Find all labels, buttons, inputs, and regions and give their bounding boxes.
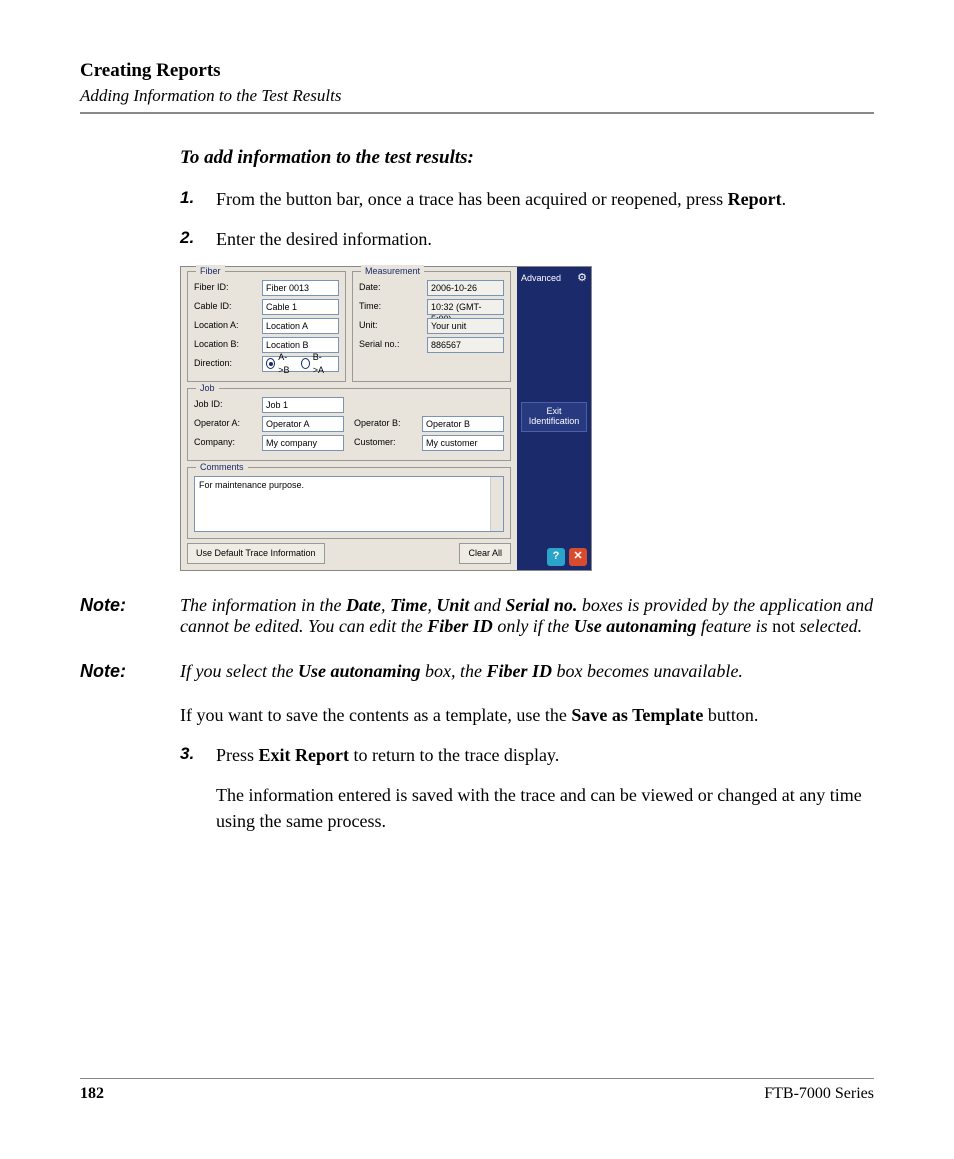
step-1-number: 1.: [180, 186, 194, 211]
unit-label: Unit:: [359, 319, 427, 332]
saved-paragraph: The information entered is saved with th…: [216, 782, 864, 834]
unit-value: Your unit: [427, 318, 504, 334]
job-id-label: Job ID:: [194, 398, 262, 411]
date-label: Date:: [359, 281, 427, 294]
fiber-group: Fiber Fiber ID:Fiber 0013 Cable ID:Cable…: [187, 271, 346, 382]
location-a-label: Location A:: [194, 319, 262, 332]
screenshot: Fiber Fiber ID:Fiber 0013 Cable ID:Cable…: [180, 266, 592, 571]
step-2-text: Enter the desired information.: [216, 229, 432, 249]
operator-a-label: Operator A:: [194, 417, 262, 430]
job-legend: Job: [196, 382, 219, 395]
step-3-number: 3.: [180, 742, 194, 767]
job-id-input[interactable]: Job 1: [262, 397, 344, 413]
comments-text: For maintenance purpose.: [199, 480, 304, 490]
header-section: Creating Reports: [80, 60, 874, 82]
step-3-text-b: Exit Report: [259, 745, 349, 765]
comments-legend: Comments: [196, 461, 248, 474]
time-value: 10:32 (GMT-5:00): [427, 299, 504, 315]
step-1-text-c: .: [782, 189, 787, 209]
operator-b-input[interactable]: Operator B: [422, 416, 504, 432]
serial-value: 886567: [427, 337, 504, 353]
location-a-input[interactable]: Location A: [262, 318, 339, 334]
comments-scrollbar[interactable]: [490, 477, 503, 531]
company-label: Company:: [194, 436, 262, 449]
step-3-text-c: to return to the trace display.: [349, 745, 559, 765]
date-value: 2006-10-26: [427, 280, 504, 296]
measurement-legend: Measurement: [361, 265, 424, 278]
direction-ba-radio[interactable]: B->A: [301, 351, 330, 377]
company-input[interactable]: My company: [262, 435, 344, 451]
customer-label: Customer:: [354, 436, 422, 449]
footer-rule: [80, 1078, 874, 1079]
note-2-label: Note:: [80, 661, 180, 682]
note-1-body: The information in the Date, Time, Unit …: [180, 595, 874, 637]
note-1-label: Note:: [80, 595, 180, 637]
exit-identification-button[interactable]: Exit Identification: [521, 402, 587, 432]
use-default-button[interactable]: Use Default Trace Information: [187, 543, 325, 564]
fiber-id-input[interactable]: Fiber 0013: [262, 280, 339, 296]
clear-all-button[interactable]: Clear All: [459, 543, 511, 564]
job-group: Job Job ID:Job 1 Operator A:Operator A C…: [187, 388, 511, 461]
direction-label: Direction:: [194, 357, 262, 370]
template-paragraph: If you want to save the contents as a te…: [180, 702, 864, 728]
step-1-text-a: From the button bar, once a trace has be…: [216, 189, 728, 209]
time-label: Time:: [359, 300, 427, 313]
direction-ba-label: B->A: [313, 351, 329, 377]
comments-textarea[interactable]: For maintenance purpose.: [194, 476, 504, 532]
header-rule: [80, 112, 874, 114]
location-b-label: Location B:: [194, 338, 262, 351]
operator-b-label: Operator B:: [354, 417, 422, 430]
operator-a-input[interactable]: Operator A: [262, 416, 344, 432]
cable-id-input[interactable]: Cable 1: [262, 299, 339, 315]
side-title: Advanced: [521, 272, 561, 285]
page-number: 182: [80, 1085, 104, 1103]
step-1: 1. From the button bar, once a trace has…: [180, 186, 864, 212]
step-2: 2. Enter the desired information.: [180, 226, 864, 252]
step-3-text-a: Press: [216, 745, 259, 765]
direction-ab-label: A->B: [278, 351, 294, 377]
series-label: FTB-7000 Series: [764, 1085, 874, 1103]
procedure-heading: To add information to the test results:: [180, 144, 864, 172]
note-2-body: If you select the Use autonaming box, th…: [180, 661, 874, 682]
comments-group: Comments For maintenance purpose.: [187, 467, 511, 539]
customer-input[interactable]: My customer: [422, 435, 504, 451]
fiber-legend: Fiber: [196, 265, 225, 278]
step-3: 3. Press Exit Report to return to the tr…: [180, 742, 864, 768]
help-icon[interactable]: ?: [547, 548, 565, 566]
direction-ab-radio[interactable]: A->B: [266, 351, 295, 377]
header-subsection: Adding Information to the Test Results: [80, 86, 874, 106]
close-icon[interactable]: ✕: [569, 548, 587, 566]
gear-icon[interactable]: ⚙: [577, 271, 587, 287]
cable-id-label: Cable ID:: [194, 300, 262, 313]
step-2-number: 2.: [180, 226, 194, 251]
step-1-text-b: Report: [728, 189, 782, 209]
serial-label: Serial no.:: [359, 338, 427, 351]
fiber-id-label: Fiber ID:: [194, 281, 262, 294]
measurement-group: Measurement Date:2006-10-26 Time:10:32 (…: [352, 271, 511, 382]
